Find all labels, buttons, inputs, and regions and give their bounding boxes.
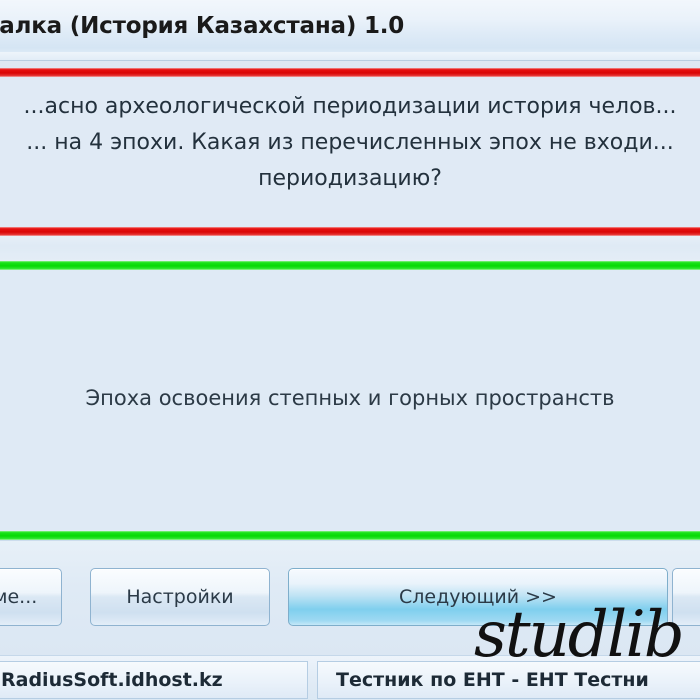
answer-divider-top	[0, 261, 700, 270]
question-text: ...асно археологической периодизации ист…	[23, 94, 677, 191]
question-divider-bottom	[0, 227, 700, 236]
window-title: ...налка (История Казахстана) 1.0	[0, 13, 405, 39]
answer-divider-bottom	[0, 531, 700, 540]
panel-gap	[0, 236, 700, 261]
answer-panel[interactable]: Эпоха освоения степных и горных простран…	[0, 270, 700, 531]
title-bar-sheen	[0, 52, 700, 60]
extra-button[interactable]	[672, 568, 700, 626]
button-bar: ...мме... Настройки Следующий >>	[0, 540, 700, 656]
answer-text[interactable]: Эпоха освоения степных и горных простран…	[0, 386, 700, 410]
next-question-button[interactable]: Следующий >>	[288, 568, 668, 626]
question-panel: ...асно археологической периодизации ист…	[0, 77, 700, 227]
title-bar: ...налка (История Казахстана) 1.0	[0, 0, 700, 61]
settings-button[interactable]: Настройки	[90, 568, 270, 626]
application-window: ...налка (История Казахстана) 1.0 ...асн…	[0, 0, 700, 700]
question-divider-top	[0, 68, 700, 77]
status-bar: RadiusSoft.idhost.kz Тестник по ЕНТ - ЕН…	[0, 655, 700, 700]
status-site-panel[interactable]: RadiusSoft.idhost.kz	[0, 661, 308, 699]
status-title-panel[interactable]: Тестник по ЕНТ - ЕНТ Тестни	[317, 661, 700, 699]
about-button[interactable]: ...мме...	[0, 568, 62, 626]
